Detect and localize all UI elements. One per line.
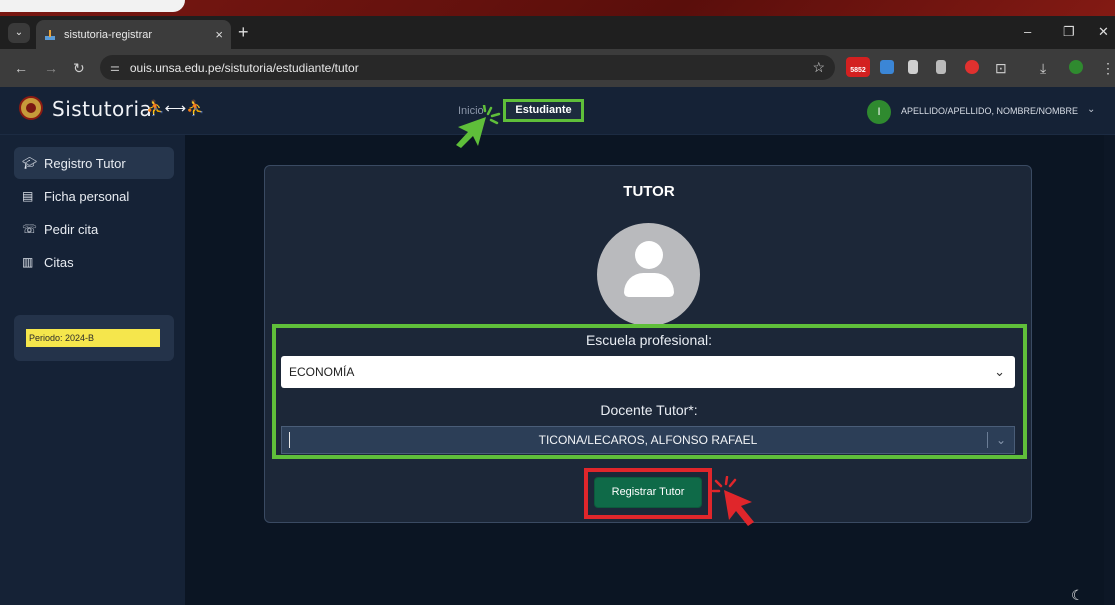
sidebar-item-label: Registro Tutor — [44, 155, 126, 171]
browser-tab[interactable]: sistutoria-registrar × — [36, 20, 231, 49]
registrar-tutor-button[interactable]: Registrar Tutor — [594, 477, 702, 508]
sistutoria-app: Sistutoria ⛹⟷⛹ Inicio Estudiante I APELL… — [0, 87, 1115, 605]
close-window-button[interactable]: ✕ — [1098, 24, 1109, 40]
tab-strip: ⌄ sistutoria-registrar × + – ❐ ✕ — [0, 16, 1115, 49]
sidebar-item-registro-tutor[interactable]: 🎓︎ Registro Tutor — [14, 147, 174, 179]
minimize-button[interactable]: – — [1024, 24, 1031, 39]
address-bar[interactable]: ⚌ ouis.unsa.edu.pe/sistutoria/estudiante… — [100, 55, 835, 80]
forward-icon[interactable]: → — [44, 60, 58, 76]
text-cursor — [289, 432, 290, 448]
sidebar-item-label: Citas — [44, 254, 74, 270]
brand-tutoring-icon: ⛹⟷⛹ — [146, 100, 205, 117]
browser-menu-icon[interactable]: ⋮ — [1101, 60, 1115, 77]
default-avatar-icon — [597, 223, 700, 326]
background-tab-shape — [0, 0, 185, 12]
escuela-selected-value: ECONOMÍA — [289, 365, 355, 379]
downloads-icon[interactable]: ⤓ — [1040, 60, 1046, 77]
tab-close-icon[interactable]: × — [215, 27, 223, 42]
restore-button[interactable]: ❐ — [1063, 24, 1075, 40]
sidebar: 🎓︎ Registro Tutor ▤ Ficha personal ☏ Ped… — [0, 135, 185, 605]
period-card: Periodo: 2024-B — [14, 315, 174, 361]
chevron-down-icon[interactable]: ⌄ — [1087, 104, 1095, 115]
sidebar-item-pedir-cita[interactable]: ☏ Pedir cita — [14, 213, 174, 245]
extension-puzzle-icon[interactable] — [908, 60, 918, 74]
profile-icon[interactable] — [1069, 60, 1083, 74]
extensions-menu-icon[interactable]: ⊡ — [995, 60, 1007, 77]
favicon-icon — [44, 29, 56, 41]
period-badge: Periodo: 2024-B — [26, 329, 160, 347]
phone-icon: ☏ — [22, 222, 38, 236]
green-pointer-icon — [456, 105, 501, 148]
sidebar-item-ficha-personal[interactable]: ▤ Ficha personal — [14, 180, 174, 212]
sidebar-item-label: Pedir cita — [44, 221, 99, 237]
tutor-card: TUTOR Escuela profesional: ECONOMÍA ⌄ Do… — [264, 165, 1032, 523]
user-avatar[interactable]: I — [867, 100, 891, 124]
app-header: Sistutoria ⛹⟷⛹ Inicio Estudiante I APELL… — [0, 87, 1115, 135]
chevron-down-icon[interactable]: ⌄ — [996, 427, 1006, 453]
escuela-select[interactable]: ECONOMÍA ⌄ — [281, 356, 1015, 388]
docente-selected-value: TICONA/LECAROS, ALFONSO RAFAEL — [538, 433, 758, 447]
extension-gray-icon[interactable] — [936, 60, 946, 74]
sidebar-item-citas[interactable]: ▥ Citas — [14, 246, 174, 278]
page-scrollbar[interactable] — [1104, 135, 1115, 605]
book-open-icon: ▥ — [22, 255, 34, 269]
tab-title: sistutoria-registrar — [64, 28, 153, 41]
red-pointer-icon — [712, 476, 754, 526]
user-name[interactable]: APELLIDO/APELLIDO, NOMBRE/NOMBRE — [901, 106, 1078, 116]
docente-label: Docente Tutor*: — [600, 402, 698, 418]
sidebar-item-label: Ficha personal — [44, 188, 130, 204]
extension-red-icon[interactable] — [965, 60, 979, 74]
tab-search-button[interactable]: ⌄ — [8, 23, 30, 43]
select-separator — [987, 432, 988, 448]
site-info-icon[interactable]: ⚌ — [110, 61, 120, 74]
reload-icon[interactable]: ↻ — [73, 60, 85, 77]
graduation-cap-icon: 🎓︎ — [22, 156, 38, 170]
avatar-head-shape — [635, 241, 663, 269]
url-text: ouis.unsa.edu.pe/sistutoria/estudiante/t… — [129, 60, 359, 75]
nav-estudiante-link[interactable]: Estudiante — [503, 99, 584, 122]
avatar-body-shape — [624, 273, 674, 297]
brand-name[interactable]: Sistutoria — [52, 97, 152, 121]
card-title: TUTOR — [623, 183, 675, 200]
extension-blue-icon[interactable] — [880, 60, 894, 74]
extension-badge-count: 5852 — [850, 67, 866, 74]
id-card-icon: ▤ — [22, 189, 34, 203]
browser-toolbar: ← → ↻ ⚌ ouis.unsa.edu.pe/sistutoria/estu… — [0, 49, 1115, 87]
chevron-down-icon[interactable]: ⌄ — [994, 356, 1005, 388]
bookmark-star-icon[interactable]: ☆ — [812, 59, 825, 76]
dark-mode-moon-icon[interactable]: ☾ — [1071, 587, 1084, 604]
back-icon[interactable]: ← — [14, 60, 28, 76]
extension-badge-icon[interactable]: 5852 — [846, 57, 870, 77]
browser-window: ⌄ sistutoria-registrar × + – ❐ ✕ ← → ↻ ⚌… — [0, 16, 1115, 605]
new-tab-button[interactable]: + — [238, 22, 249, 43]
escuela-label: Escuela profesional: — [585, 332, 713, 348]
docente-select[interactable]: TICONA/LECAROS, ALFONSO RAFAEL ⌄ — [281, 426, 1015, 454]
university-logo-icon — [19, 96, 43, 120]
